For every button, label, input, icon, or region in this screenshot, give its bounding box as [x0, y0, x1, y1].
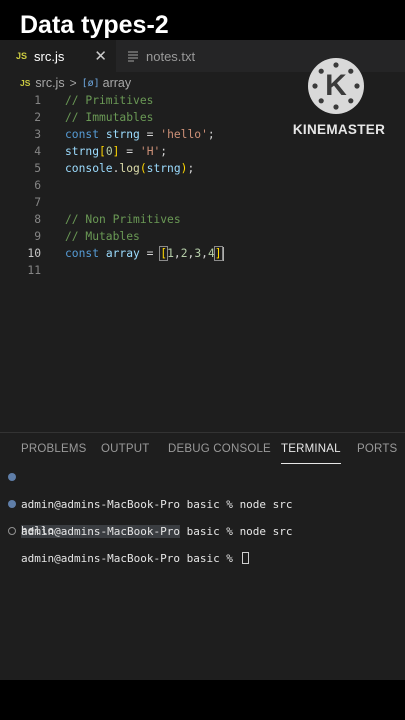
code-operator: = [146, 247, 154, 260]
tab-output[interactable]: OUTPUT [101, 443, 149, 455]
code-object: console [65, 162, 113, 175]
tab-label: notes.txt [146, 48, 196, 64]
tab-ports[interactable]: PORTS [357, 443, 397, 455]
tab-notes-txt[interactable]: notes.txt [127, 40, 247, 72]
code-line: 11 [0, 262, 405, 279]
code-bracket: ] [112, 145, 120, 158]
code-comment: // Mutables [65, 230, 140, 243]
code-line: 4 strng[0] = 'H'; [0, 143, 405, 160]
code-operator: = [146, 128, 154, 141]
tab-src-js[interactable]: JS src.js ✕ [0, 40, 116, 72]
code-string: 'hello' [160, 128, 208, 141]
terminal-line: admin@admins-MacBook-Pro basic % node sr… [0, 497, 405, 538]
text-file-icon [127, 50, 139, 62]
code-keyword: const [65, 247, 100, 260]
breadcrumb-file[interactable]: src.js [35, 76, 64, 90]
javascript-file-icon: JS [20, 78, 31, 88]
tab-debug-console[interactable]: DEBUG CONSOLE [168, 443, 271, 455]
kinemaster-watermark: K KINEMASTER [289, 58, 389, 142]
command-status-icon[interactable] [8, 500, 16, 508]
line-number: 2 [34, 111, 41, 124]
code-punct: ; [160, 145, 168, 158]
code-bracket: [ [99, 145, 106, 158]
kinemaster-logo-letter: K [325, 69, 347, 102]
tab-label: src.js [34, 48, 65, 64]
code-punct: ; [187, 162, 195, 175]
line-number: 7 [34, 196, 41, 209]
line-number: 10 [27, 247, 41, 260]
kinemaster-logo-icon: K [308, 58, 364, 114]
line-number: 3 [34, 128, 41, 141]
terminal-line: admin@admins-MacBook-Pro basic % [0, 524, 405, 565]
code-line: 8 // Non Primitives [0, 211, 405, 228]
code-line: 5 console.log(strng); [0, 160, 405, 177]
code-punct: , [201, 247, 208, 260]
panel-tab-bar: PROBLEMS OUTPUT DEBUG CONSOLE TERMINAL P… [0, 432, 405, 466]
terminal-prompt-user: admin@admins-MacBook-Pro [21, 552, 180, 565]
tab-problems[interactable]: PROBLEMS [21, 443, 87, 455]
tab-terminal[interactable]: TERMINAL [281, 443, 341, 464]
code-keyword: const [65, 128, 100, 141]
chevron-right-icon: > [69, 76, 77, 90]
code-editor-window: JS src.js ✕ notes.txt JS src.js > [ø] ar… [0, 40, 405, 680]
line-number: 9 [34, 230, 41, 243]
terminal-line: admin@admins-MacBook-Pro basic % node sr… [0, 470, 405, 511]
terminal-prompt-dir: basic % [179, 552, 240, 565]
terminal-cursor [241, 552, 249, 564]
code-number: 0 [105, 145, 113, 158]
code-number: 4 [207, 247, 215, 260]
video-title: Data types-2 [20, 11, 169, 39]
code-bracket: ] [213, 246, 223, 261]
close-icon[interactable]: ✕ [94, 47, 107, 65]
code-variable: strng [105, 128, 140, 141]
variable-symbol-icon: [ø] [81, 77, 100, 89]
line-number: 4 [34, 145, 41, 158]
line-number: 5 [34, 162, 41, 175]
code-variable: array [105, 247, 140, 260]
code-line: 9 // Mutables [0, 228, 405, 245]
breadcrumb-symbol[interactable]: array [103, 76, 131, 90]
line-number: 11 [27, 264, 41, 277]
code-number: 2 [180, 247, 188, 260]
text-cursor [222, 247, 224, 261]
code-line: 6 [0, 177, 405, 194]
code-bracket: ( [139, 162, 147, 175]
code-variable: strng [65, 145, 100, 158]
javascript-file-icon: JS [16, 51, 28, 61]
kinemaster-wordmark: KINEMASTER [292, 122, 386, 137]
code-function: log [119, 162, 140, 175]
line-number: 6 [34, 179, 41, 192]
code-variable: strng [146, 162, 181, 175]
code-line-current: 10 const array = [1,2,3,4] [0, 245, 405, 262]
terminal-line: hello [0, 510, 405, 537]
code-punct: ; [207, 128, 215, 141]
line-number: 8 [34, 213, 41, 226]
line-number: 1 [34, 94, 41, 107]
code-comment: // Non Primitives [65, 213, 181, 226]
code-string: 'H' [139, 145, 161, 158]
code-comment: // Immutables [65, 111, 154, 124]
code-comment: // Primitives [65, 94, 154, 107]
command-status-icon[interactable] [8, 473, 16, 481]
code-number: 1 [167, 247, 174, 260]
command-status-icon [8, 527, 16, 535]
code-punct: , [173, 247, 181, 260]
code-operator: = [126, 145, 134, 158]
code-line: 7 [0, 194, 405, 211]
